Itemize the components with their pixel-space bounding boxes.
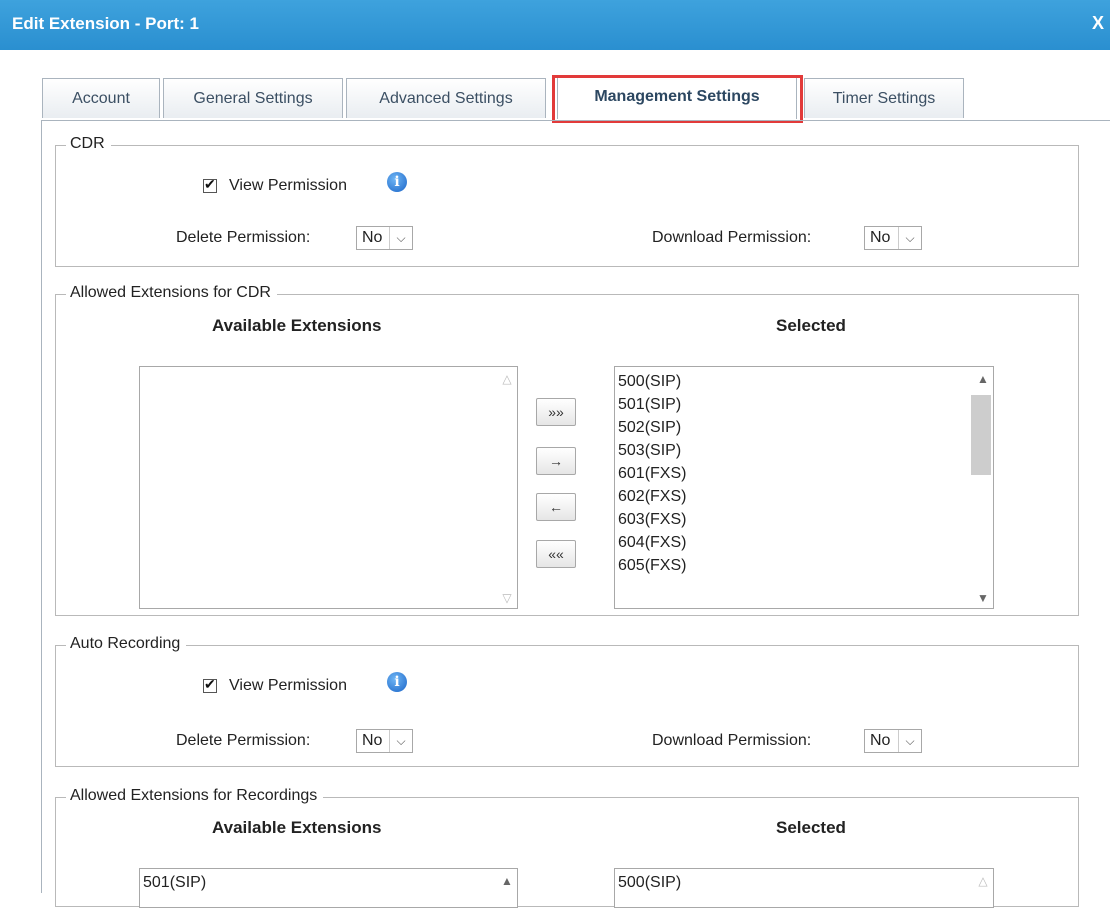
info-icon[interactable]: i <box>387 172 407 192</box>
selected-header: Selected <box>776 818 846 837</box>
available-extensions-header: Available Extensions <box>212 316 382 335</box>
scrollbar[interactable]: ▲ ▼ <box>971 367 993 608</box>
scrollbar[interactable]: △ <box>973 869 993 907</box>
chevron-down-icon: ⌵ <box>389 730 412 752</box>
list-item[interactable]: 602(FXS) <box>618 488 686 506</box>
info-icon[interactable]: i <box>387 672 407 692</box>
cdr-section: CDR <box>55 135 1079 267</box>
dialog-titlebar: Edit Extension - Port: 1 X <box>0 0 1110 50</box>
tab-general-settings[interactable]: General Settings <box>163 78 343 118</box>
list-item[interactable]: 603(FXS) <box>618 511 686 529</box>
scrollbar[interactable]: ▲ <box>497 869 517 907</box>
scroll-down-icon[interactable]: ▼ <box>973 591 993 605</box>
list-item[interactable]: 601(FXS) <box>618 465 686 483</box>
available-extensions-header: Available Extensions <box>212 818 382 837</box>
cdr-download-permission-label: Download Permission: <box>652 229 812 246</box>
scroll-up-icon[interactable]: △ <box>973 874 993 888</box>
select-value: No <box>870 732 891 749</box>
scroll-up-icon[interactable]: △ <box>497 372 517 386</box>
list-item[interactable]: 501(SIP) <box>618 396 681 414</box>
tab-account[interactable]: Account <box>42 78 160 118</box>
recordings-selected-list[interactable]: 500(SIP) △ <box>614 868 994 908</box>
cdr-view-permission-label: View Permission <box>229 177 347 194</box>
select-value: No <box>362 732 383 749</box>
close-button[interactable]: X <box>1092 13 1104 34</box>
cdr-download-permission-select[interactable]: No ⌵ <box>864 226 922 250</box>
scroll-thumb[interactable] <box>971 395 991 475</box>
list-item[interactable]: 503(SIP) <box>618 442 681 460</box>
select-value: No <box>870 229 891 246</box>
recordings-available-list[interactable]: 501(SIP) ▲ <box>139 868 518 908</box>
auto-recording-legend: Auto Recording <box>66 635 187 653</box>
recording-download-permission-select[interactable]: No ⌵ <box>864 729 922 753</box>
chevron-down-icon: ⌵ <box>898 227 921 249</box>
tab-advanced-settings[interactable]: Advanced Settings <box>346 78 546 118</box>
list-item[interactable]: 605(FXS) <box>618 557 686 575</box>
selected-header: Selected <box>776 316 846 335</box>
scroll-down-icon[interactable]: ▽ <box>497 591 517 605</box>
dialog-title: Edit Extension - Port: 1 <box>12 14 200 33</box>
tab-timer-settings[interactable]: Timer Settings <box>804 78 964 118</box>
add-button[interactable]: → <box>536 447 576 475</box>
allowed-recordings-legend: Allowed Extensions for Recordings <box>66 787 324 805</box>
cdr-delete-permission-label: Delete Permission: <box>176 229 311 246</box>
cdr-view-permission-checkbox[interactable] <box>203 176 217 193</box>
cdr-selected-list[interactable]: 500(SIP) 501(SIP) 502(SIP) 503(SIP) 601(… <box>614 366 994 609</box>
scroll-up-icon[interactable]: ▲ <box>973 372 993 386</box>
cdr-delete-permission-select[interactable]: No ⌵ <box>356 226 413 250</box>
active-tab-highlight <box>552 75 803 123</box>
recording-download-permission-label: Download Permission: <box>652 732 812 749</box>
recording-view-permission-label: View Permission <box>229 677 347 694</box>
cdr-legend: CDR <box>66 135 111 153</box>
list-item[interactable]: 500(SIP) <box>618 874 681 892</box>
list-item[interactable]: 500(SIP) <box>618 373 681 391</box>
remove-all-button[interactable]: «« <box>536 540 576 568</box>
recording-delete-permission-label: Delete Permission: <box>176 732 311 749</box>
allowed-cdr-legend: Allowed Extensions for CDR <box>66 284 277 302</box>
scrollbar[interactable]: △ ▽ <box>497 367 517 608</box>
list-item[interactable]: 604(FXS) <box>618 534 686 552</box>
select-value: No <box>362 229 383 246</box>
list-item[interactable]: 501(SIP) <box>143 874 206 892</box>
cdr-available-list[interactable]: △ ▽ <box>139 366 518 609</box>
recording-delete-permission-select[interactable]: No ⌵ <box>356 729 413 753</box>
remove-button[interactable]: ← <box>536 493 576 521</box>
list-item[interactable]: 502(SIP) <box>618 419 681 437</box>
chevron-down-icon: ⌵ <box>898 730 921 752</box>
add-all-button[interactable]: »» <box>536 398 576 426</box>
recording-view-permission-checkbox[interactable] <box>203 676 217 693</box>
chevron-down-icon: ⌵ <box>389 227 412 249</box>
scroll-up-icon[interactable]: ▲ <box>497 874 517 888</box>
